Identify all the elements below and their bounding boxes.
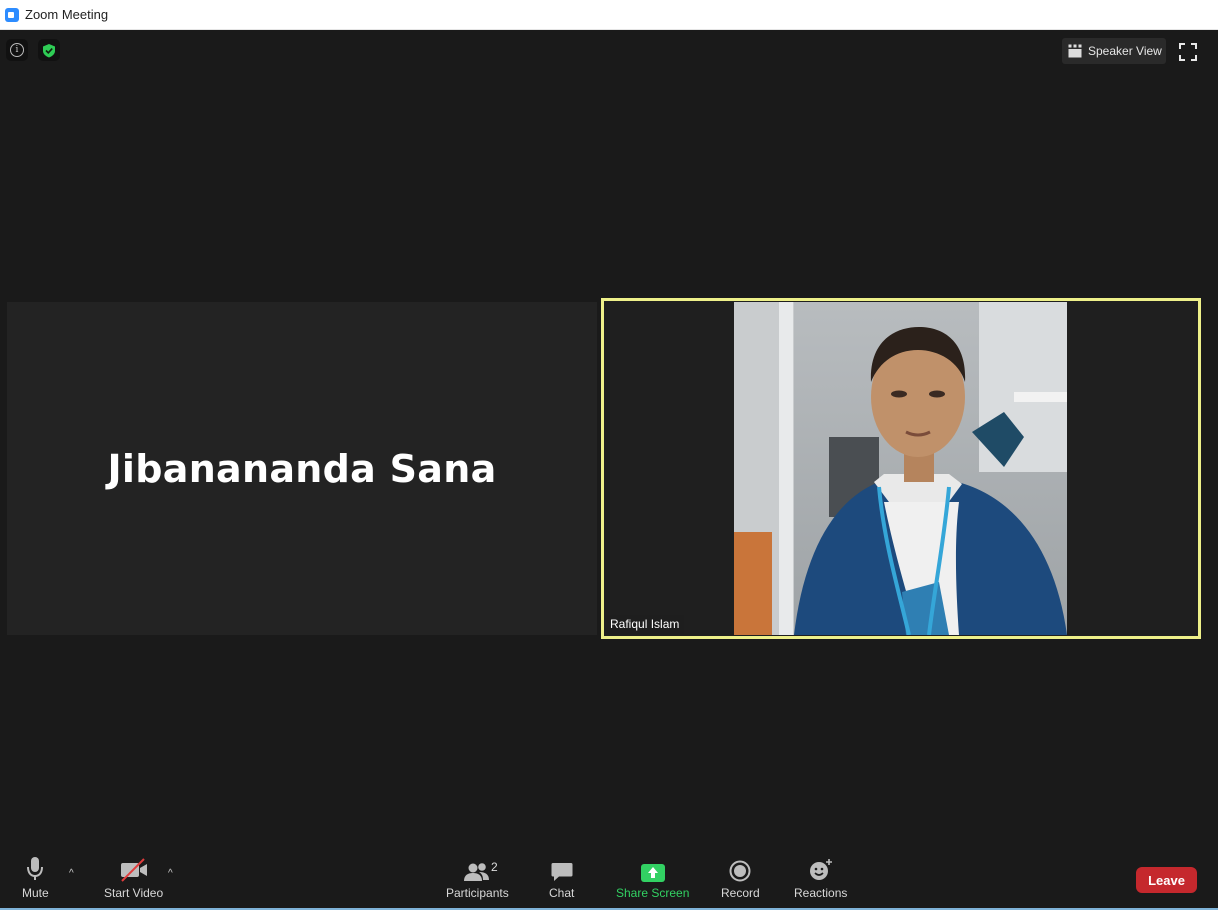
share-screen-icon [640,864,665,882]
chat-icon [551,863,573,881]
participant-tile-jibanananda[interactable]: Jibanananda Sana [7,302,597,635]
security-button[interactable] [38,39,60,61]
reactions-icon [809,859,832,880]
record-label: Record [721,886,760,900]
record-button[interactable]: Record [721,852,760,900]
speaker-view-label: Speaker View [1088,44,1162,58]
reactions-button[interactable]: Reactions [794,852,847,900]
start-video-button[interactable]: Start Video [104,852,163,900]
participant-video [734,302,1067,635]
participants-count: 2 [491,860,498,874]
audio-options-caret[interactable]: ^ [69,868,74,879]
participant-name-tag: Rafiqul Islam [607,615,685,634]
share-screen-label: Share Screen [616,886,690,900]
window-title: Zoom Meeting [25,7,109,22]
video-options-caret[interactable]: ^ [168,868,173,879]
share-screen-button[interactable]: Share Screen [616,852,689,900]
microphone-icon [27,857,44,880]
fullscreen-icon[interactable] [1178,42,1198,62]
speaker-view-button[interactable]: Speaker View [1062,38,1166,64]
top-left-controls: i [6,39,60,61]
security-shield-icon [43,43,55,57]
participant-name-large: Jibanananda Sana [107,446,497,491]
participant-tile-rafiqul[interactable]: Rafiqul Islam [601,298,1201,639]
start-video-label: Start Video [104,886,164,900]
chat-label: Chat [549,886,575,900]
meeting-toolbar: Mute ^ Start Video ^ Participants 2 Chat… [0,852,1218,910]
mute-button[interactable]: Mute [22,852,49,900]
speaker-view-icon [1068,44,1082,58]
meeting-area: i Speaker View Jibanananda Sana Rafiqul … [0,30,1218,910]
info-icon: i [10,43,24,57]
video-camera-off-icon [120,858,147,882]
mute-label: Mute [22,886,49,900]
meeting-info-button[interactable]: i [6,39,28,61]
participants-button[interactable]: Participants 2 [446,852,509,900]
participants-icon [464,863,490,881]
chat-button[interactable]: Chat [549,852,574,900]
reactions-label: Reactions [794,886,848,900]
title-bar: Zoom Meeting [0,0,1218,30]
zoom-app-icon [5,7,19,22]
participants-label: Participants [446,886,509,900]
record-icon [729,860,751,882]
leave-button[interactable]: Leave [1136,867,1197,893]
